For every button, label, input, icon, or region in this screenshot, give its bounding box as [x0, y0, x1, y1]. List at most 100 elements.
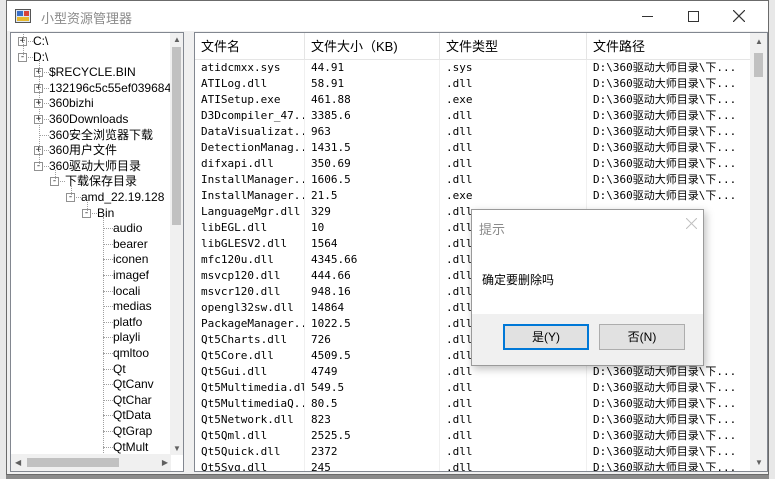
table-row[interactable]: ATILog.dll 58.91 .dll D:\360驱动大师目录\下...: [195, 76, 751, 92]
tree-node[interactable]: qmltoo: [11, 346, 171, 361]
table-row[interactable]: DetectionManag... 1431.5 .dll D:\360驱动大师目录\…: [195, 140, 751, 156]
table-row[interactable]: Qt5Multimedia.dll 549.5 .dll D:\360驱动大师目录\下…: [195, 380, 751, 396]
app-icon: [15, 9, 31, 23]
cell-file-path: D:\360驱动大师目录\下...: [587, 364, 751, 380]
cell-file-path: D:\360驱动大师目录\下...: [587, 60, 751, 76]
column-header-name[interactable]: 文件名: [195, 33, 305, 60]
table-row[interactable]: Qt5Quick.dll 2372 .dll D:\360驱动大师目录\下...: [195, 444, 751, 460]
tree-node[interactable]: QtCanv: [11, 377, 171, 392]
cell-file-size: 21.5: [305, 188, 440, 204]
confirm-delete-dialog: 提示 确定要删除吗 是(Y) 否(N): [471, 209, 704, 366]
tree-horizontal-scrollbar[interactable]: ◀ ▶: [11, 454, 171, 471]
tree-node[interactable]: +360用户文件: [11, 143, 171, 158]
tree-node[interactable]: bearer: [11, 237, 171, 252]
tree-node[interactable]: -360驱动大师目录: [11, 159, 171, 174]
tree-node[interactable]: Qt: [11, 362, 171, 377]
cell-file-name: InstallManager...: [195, 188, 305, 204]
cell-file-type: .dll: [440, 76, 587, 92]
tree-node[interactable]: - D:\: [11, 50, 171, 65]
tree-node[interactable]: audio: [11, 221, 171, 236]
table-row[interactable]: InstallManager... 21.5 .exe D:\360驱动大师目录\下.…: [195, 188, 751, 204]
table-row[interactable]: Qt5MultimediaQ... 80.5 .dll D:\360驱动大师目录\下.…: [195, 396, 751, 412]
cell-file-size: 4749: [305, 364, 440, 380]
tree-node[interactable]: + C:\: [11, 34, 171, 49]
scroll-up-icon[interactable]: ▲: [173, 35, 181, 44]
cell-file-path: D:\360驱动大师目录\下...: [587, 76, 751, 92]
tree-node[interactable]: - amd_22.19.128: [11, 190, 171, 205]
table-row[interactable]: Qt5Qml.dll 2525.5 .dll D:\360驱动大师目录\下...: [195, 428, 751, 444]
tree-node-label: Qt: [113, 361, 126, 376]
tree-node[interactable]: +360Downloads: [11, 112, 171, 127]
tree-connector: [103, 243, 113, 245]
cell-file-name: Qt5Svg.dll: [195, 460, 305, 471]
tree-node[interactable]: - Bin: [11, 206, 171, 221]
scroll-down-icon[interactable]: ▼: [173, 444, 181, 453]
tree-hscroll-thumb[interactable]: [27, 458, 119, 467]
dialog-close-button[interactable]: [685, 216, 698, 233]
cell-file-path: D:\360驱动大师目录\下...: [587, 172, 751, 188]
table-row[interactable]: Qt5Svg.dll 245 .dll D:\360驱动大师目录\下...: [195, 460, 751, 471]
cell-file-size: 10: [305, 220, 440, 236]
table-row[interactable]: Qt5Gui.dll 4749 .dll D:\360驱动大师目录\下...: [195, 364, 751, 380]
close-button[interactable]: [716, 1, 762, 31]
tree-node[interactable]: QtChar: [11, 393, 171, 408]
cell-file-name: atidcmxx.sys: [195, 60, 305, 76]
tree-connector: [23, 33, 24, 57]
tree-node[interactable]: 360安全浏览器下载: [11, 128, 171, 143]
table-row[interactable]: atidcmxx.sys 44.91 .sys D:\360驱动大师目录\下...: [195, 60, 751, 76]
tree-node[interactable]: iconen: [11, 252, 171, 267]
cell-file-path: D:\360驱动大师目录\下...: [587, 156, 751, 172]
cell-file-size: 726: [305, 332, 440, 348]
yes-button[interactable]: 是(Y): [503, 324, 589, 350]
dialog-title-bar[interactable]: 提示: [472, 210, 703, 242]
tree-node-label: QtCanv: [113, 377, 154, 392]
tree-connector: [55, 170, 56, 182]
table-row[interactable]: ATISetup.exe 461.88 .exe D:\360驱动大师目录\下...: [195, 92, 751, 108]
table-row[interactable]: difxapi.dll 350.69 .dll D:\360驱动大师目录\下...: [195, 156, 751, 172]
tree-node[interactable]: QtGrap: [11, 424, 171, 439]
tree-node[interactable]: + $RECYCLE.BIN: [11, 65, 171, 80]
tree-node[interactable]: medias: [11, 299, 171, 314]
tree-node[interactable]: QtMult: [11, 440, 171, 455]
cell-file-name: Qt5Network.dll: [195, 412, 305, 428]
table-row[interactable]: D3Dcompiler_47....3385.6.dllD:\360驱动大师目录…: [195, 108, 751, 124]
list-vertical-scrollbar[interactable]: ▲ ▼: [750, 33, 767, 471]
no-button[interactable]: 否(N): [599, 324, 685, 350]
cell-file-size: 245: [305, 460, 440, 471]
tree-node-label: amd_22.19.128: [81, 190, 165, 204]
folder-tree-content: + C:\ - D:\ + $RECYCLE.BIN +132196c5c55ef03968…: [11, 33, 171, 455]
cell-file-name: Qt5Qml.dll: [195, 428, 305, 444]
scroll-left-icon[interactable]: ◀: [15, 458, 21, 467]
cell-file-size: 3385.6: [305, 108, 440, 124]
tree-node[interactable]: - 下载保存目录: [11, 174, 171, 189]
title-bar[interactable]: 小型资源管理器: [7, 1, 768, 31]
tree-vertical-scrollbar[interactable]: ▲ ▼: [170, 33, 183, 455]
tree-connector: [103, 321, 113, 323]
tree-node[interactable]: +132196c5c55ef039684: [11, 81, 171, 96]
scroll-down-icon[interactable]: ▼: [755, 458, 763, 467]
table-row[interactable]: Qt5Network.dll 823 .dll D:\360驱动大师目录\下...: [195, 412, 751, 428]
tree-node[interactable]: locali: [11, 284, 171, 299]
tree-node-label: QtMult: [113, 439, 149, 454]
column-header-size[interactable]: 文件大小（KB): [305, 33, 440, 60]
cell-file-path: D:\360驱动大师目录\下...: [587, 444, 751, 460]
scroll-right-icon[interactable]: ▶: [162, 458, 168, 467]
cell-file-size: 1564: [305, 236, 440, 252]
column-header-type[interactable]: 文件类型: [440, 33, 587, 60]
table-row[interactable]: DataVisualizat... 963 .dll D:\360驱动大师目录\下..…: [195, 124, 751, 140]
table-row[interactable]: InstallManager... 1606.5 .dll D:\360驱动大师目录\…: [195, 172, 751, 188]
minimize-button[interactable]: [624, 1, 670, 31]
tree-node-label: 360Downloads: [49, 112, 129, 126]
column-header-path[interactable]: 文件路径: [587, 33, 751, 60]
tree-node[interactable]: platfo: [11, 315, 171, 330]
folder-tree[interactable]: + C:\ - D:\ + $RECYCLE.BIN +132196c5c55ef03968…: [10, 32, 184, 472]
scroll-up-icon[interactable]: ▲: [755, 37, 763, 46]
tree-node[interactable]: imagef: [11, 268, 171, 283]
maximize-button[interactable]: [670, 1, 716, 31]
tree-node[interactable]: +360bizhi: [11, 96, 171, 111]
list-scroll-thumb[interactable]: [754, 53, 763, 77]
tree-scroll-thumb[interactable]: [172, 47, 181, 225]
tree-connector: [103, 290, 113, 292]
tree-node[interactable]: QtData: [11, 408, 171, 423]
tree-node[interactable]: playli: [11, 330, 171, 345]
